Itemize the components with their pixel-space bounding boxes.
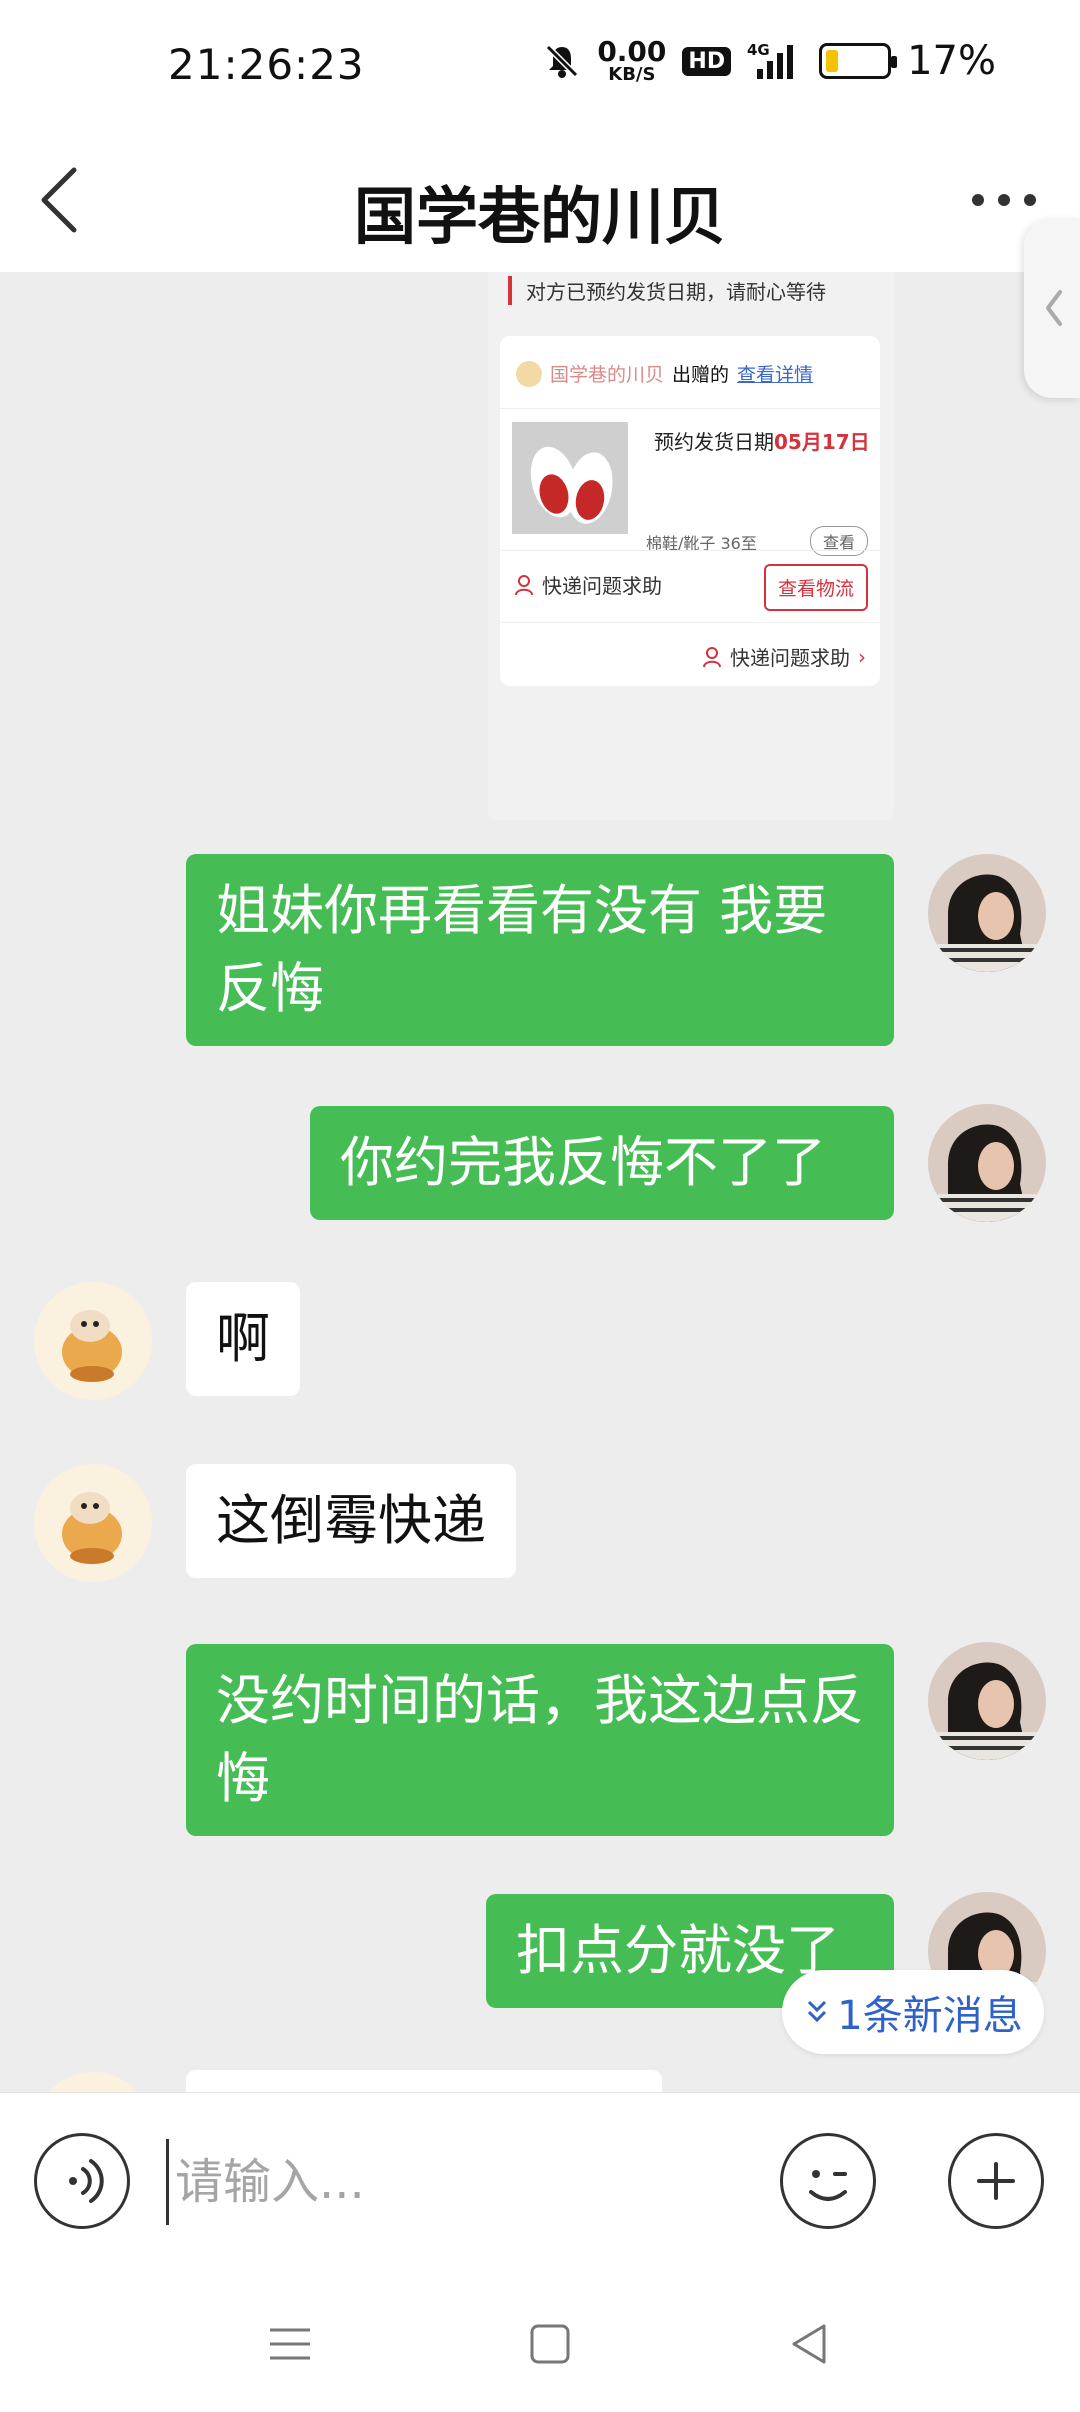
emoji-button[interactable] <box>780 2133 876 2229</box>
image-top-note: 对方已预约发货日期，请耐心等待 <box>508 276 826 305</box>
system-nav-bar <box>0 2272 1080 2412</box>
message-input[interactable] <box>166 2139 746 2225</box>
order-seller-row: 国学巷的川贝 出赠的 查看详情 <box>516 360 813 387</box>
battery-icon <box>819 43 898 79</box>
mute-bell-icon <box>546 44 579 78</box>
home-square-icon[interactable] <box>520 2314 580 2374</box>
courier-help-text: 快递问题求助 <box>542 574 662 598</box>
divider <box>500 408 880 409</box>
more-dots-icon[interactable] <box>964 180 1044 220</box>
courier-help-link-text: 快递问题求助 <box>730 646 850 670</box>
menu-icon[interactable] <box>260 2314 320 2374</box>
seller-avatar <box>516 360 542 387</box>
contact-avatar[interactable] <box>34 2072 152 2092</box>
divider <box>500 550 880 551</box>
emoji-icon <box>809 2170 847 2201</box>
contact-avatar[interactable] <box>34 1282 152 1400</box>
chat-messages[interactable]: 对方已预约发货日期，请耐心等待 国学巷的川贝 出赠的 查看详情 预约发货日期05… <box>0 272 1080 2092</box>
person-icon <box>515 574 533 595</box>
incoming-message[interactable]: 这倒霉快递 <box>186 1464 516 1578</box>
ship-date-label: 预约发货日期 <box>654 430 774 454</box>
status-bar: 21:26:23 0.00 KB/S HD 4G 17% <box>0 0 1080 130</box>
incoming-message[interactable]: 啊 <box>186 1282 300 1396</box>
view-small-button: 查看 <box>809 526 868 556</box>
plus-button[interactable] <box>948 2133 1044 2229</box>
outgoing-message[interactable]: 没约时间的话，我这边点反悔 <box>186 1644 894 1836</box>
chat-header: 国学巷的川贝 <box>0 130 1080 272</box>
outgoing-message[interactable]: 姐妹你再看看有没有 我要反悔 <box>186 854 894 1046</box>
net-speed: 0.00 KB/S <box>597 38 666 84</box>
side-drawer-tab[interactable] <box>1024 218 1080 398</box>
shoes-image-icon <box>512 422 628 534</box>
seller-name: 国学巷的川贝 <box>550 364 665 386</box>
product-thumbnail <box>512 422 628 534</box>
my-avatar[interactable] <box>928 1104 1046 1222</box>
contact-avatar[interactable] <box>34 1464 152 1582</box>
double-chevron-down-icon <box>808 2000 827 2023</box>
order-card: 国学巷的川贝 出赠的 查看详情 预约发货日期05月17日 棉鞋/靴子 36至 查… <box>500 336 880 686</box>
image-message[interactable]: 对方已预约发货日期，请耐心等待 国学巷的川贝 出赠的 查看详情 预约发货日期05… <box>488 272 894 820</box>
input-bar <box>0 2092 1080 2272</box>
status-icons: 0.00 KB/S HD 4G 17% <box>543 38 996 84</box>
chevron-left-icon <box>1046 290 1062 326</box>
battery-percent: 17% <box>907 38 996 84</box>
courier-help-row: 快递问题求助 <box>514 570 662 599</box>
my-avatar[interactable] <box>928 1642 1046 1760</box>
voice-button[interactable] <box>34 2133 130 2229</box>
chevron-right-icon: › <box>858 644 866 669</box>
chat-title: 国学巷的川贝 <box>353 180 726 253</box>
new-message-label: 1条新消息 <box>837 1993 1023 2039</box>
outgoing-message[interactable]: 你约完我反悔不了了 <box>310 1106 894 1220</box>
signal-icon: 4G <box>747 41 794 79</box>
my-avatar[interactable] <box>928 854 1046 972</box>
person-icon <box>703 646 721 667</box>
incoming-message-partial <box>186 2070 662 2092</box>
ship-date-row: 预约发货日期05月17日 <box>654 426 870 455</box>
net-speed-value: 0.00 <box>597 35 667 68</box>
voice-icon <box>69 2159 104 2203</box>
net-speed-unit: KB/S <box>608 64 656 85</box>
new-message-pill[interactable]: 1条新消息 <box>782 1970 1044 2054</box>
view-logistics-button: 查看物流 <box>763 564 868 611</box>
ship-date-value: 05月17日 <box>774 430 870 454</box>
svg-text:4G: 4G <box>747 41 770 59</box>
hd-badge: HD <box>682 46 732 76</box>
plus-icon <box>977 2162 1015 2200</box>
status-time: 21:26:23 <box>168 40 365 89</box>
courier-help-link: 快递问题求助 › <box>702 642 866 671</box>
divider <box>500 622 880 623</box>
donated-text: 出赠的 <box>672 364 730 386</box>
triangle-back-icon[interactable] <box>780 2314 840 2374</box>
view-details-link: 查看详情 <box>737 364 814 386</box>
